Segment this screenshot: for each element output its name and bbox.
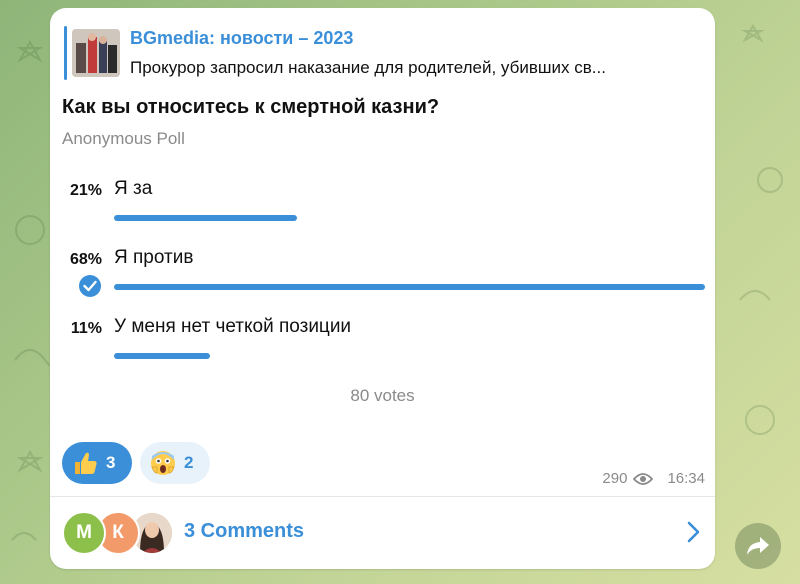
reply-channel-name: BGmedia: новости – 2023 — [130, 28, 354, 48]
option-bar-track — [114, 284, 705, 290]
thumbs-up-icon — [70, 448, 100, 478]
option-percent: 21% — [69, 182, 102, 199]
poll-option[interactable]: 11% У меня нет четкой позиции — [50, 316, 715, 376]
reply-accent-bar — [64, 26, 67, 80]
poll-option[interactable]: 21% Я за — [50, 178, 715, 238]
comments-bar[interactable]: М К 3 Comments — [50, 497, 715, 569]
selected-check-icon — [79, 275, 101, 297]
message-meta: 290 16:34 — [602, 470, 705, 487]
poll-option[interactable]: 68% Я против — [50, 247, 715, 307]
reply-snippet: Прокурор запросил наказание для родителе… — [130, 58, 606, 77]
reaction-screaming-face[interactable]: 2 — [140, 442, 210, 484]
reaction-count: 2 — [184, 453, 194, 472]
commenter-avatar: М — [62, 511, 106, 555]
reply-preview[interactable]: BGmedia: новости – 2023 Прокурор запроси… — [64, 26, 704, 84]
comments-label: 3 Comments — [184, 520, 305, 542]
reaction-thumbs-up[interactable]: 3 — [62, 442, 132, 484]
option-result-bar — [114, 353, 210, 359]
option-percent: 68% — [69, 251, 102, 268]
option-label: Я за — [114, 178, 153, 199]
poll-question: Как вы относитесь к смертной казни? — [62, 96, 440, 118]
eye-icon — [633, 472, 654, 486]
option-label: Я против — [114, 247, 194, 268]
screaming-face-icon — [148, 448, 178, 478]
chevron-right-icon — [687, 521, 701, 548]
votes-count[interactable]: 80 votes — [50, 386, 715, 406]
option-result-bar — [114, 284, 705, 290]
option-bar-track — [114, 353, 705, 359]
option-percent: 11% — [70, 320, 102, 337]
share-arrow-icon — [746, 536, 770, 556]
avatar-initial: М — [76, 522, 92, 543]
option-label: У меня нет четкой позиции — [114, 316, 352, 337]
option-bar-track — [114, 215, 705, 221]
share-button[interactable] — [735, 523, 781, 569]
poll-type-label: Anonymous Poll — [62, 129, 185, 148]
reply-thumbnail — [72, 29, 120, 77]
poll-message-bubble: BGmedia: новости – 2023 Прокурор запроси… — [50, 8, 715, 569]
avatar-initial: К — [112, 522, 124, 543]
reaction-count: 3 — [106, 453, 116, 472]
message-time: 16:34 — [667, 470, 705, 487]
option-result-bar — [114, 215, 297, 221]
views-count: 290 — [602, 470, 628, 487]
